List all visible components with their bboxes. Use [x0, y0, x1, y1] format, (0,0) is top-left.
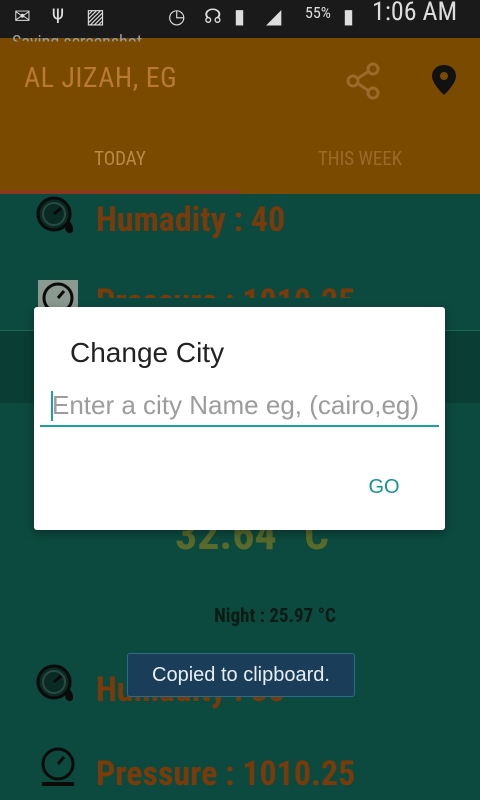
humidity-top-text: Humadity : 40 — [96, 200, 286, 240]
dialog-title: Change City — [70, 337, 225, 368]
location-pin-icon[interactable] — [431, 64, 457, 96]
battery-icon: ▮ — [343, 4, 355, 28]
signal-icon: ◢ — [266, 4, 282, 28]
alarm-icon: ◷ — [168, 4, 186, 28]
text-cursor — [51, 391, 53, 421]
humidity-gauge-icon — [36, 664, 74, 702]
pressure-bottom-text: Pressure : 1010.25 — [96, 754, 356, 794]
app-toolbar: AL JIZAH, EG — [0, 38, 480, 120]
tab-bar: TODAY THIS WEEK — [0, 120, 480, 194]
usb-icon: Ψ — [52, 4, 65, 28]
battery-percent: 55% — [305, 3, 331, 22]
status-time: 1:06 AM — [372, 0, 458, 27]
humidity-gauge-icon — [36, 196, 74, 234]
go-button[interactable]: GO — [344, 465, 424, 509]
city-title[interactable]: AL JIZAH, EG — [24, 61, 177, 94]
share-icon[interactable] — [342, 60, 384, 102]
image-icon: ▨ — [86, 4, 105, 28]
toast-message: Copied to clipboard. — [127, 653, 355, 697]
headset-icon: ☊ — [204, 4, 222, 28]
pressure-gauge-icon — [41, 747, 75, 786]
tab-this-week[interactable]: THIS WEEK — [240, 120, 480, 194]
tab-today[interactable]: TODAY — [0, 120, 240, 194]
city-input[interactable] — [40, 385, 439, 427]
night-temperature: Night : 25.97 °C — [214, 604, 336, 627]
mail-icon: ✉ — [14, 4, 31, 28]
sim-icon: ▮ — [234, 4, 246, 28]
change-city-dialog: Change City GO — [34, 307, 445, 530]
